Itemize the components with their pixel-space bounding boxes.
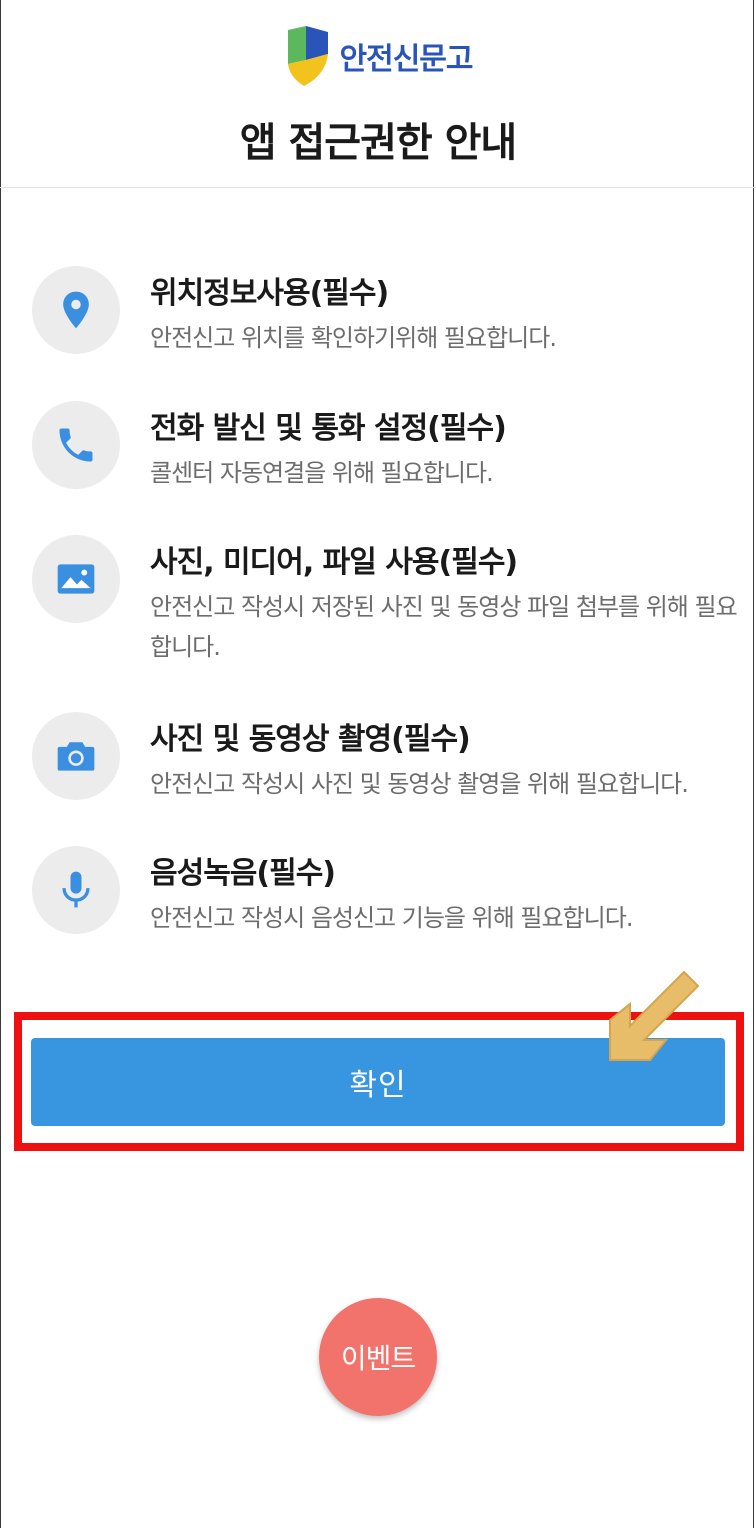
event-button[interactable]: 이벤트 [319, 1298, 437, 1416]
image-icon [57, 564, 95, 594]
permission-title: 사진, 미디어, 파일 사용(필수) [150, 545, 518, 580]
permission-title: 사진 및 동영상 촬영(필수) [150, 722, 471, 757]
logo-text: 안전신문고 [339, 42, 474, 77]
microphone-icon [62, 871, 90, 908]
icon-circle [32, 846, 120, 934]
header: 안전신문고 앱 접근권한 안내 [0, 0, 756, 188]
permission-title: 음성녹음(필수) [150, 856, 336, 891]
icon-circle [32, 401, 120, 489]
pointer-arrow-icon [609, 970, 700, 1061]
camera-icon [57, 742, 95, 771]
app-logo: 안전신문고 [0, 24, 756, 88]
permission-title: 전화 발신 및 통화 설정(필수) [150, 411, 507, 446]
permission-title: 위치정보사용(필수) [150, 276, 389, 311]
permission-description: 안전신고 위치를 확인하기위해 필요합니다. [150, 324, 557, 352]
page-title: 앱 접근권한 안내 [239, 120, 517, 166]
icon-circle [32, 712, 120, 800]
permission-description: 안전신고 작성시 음성신고 기능을 위해 필요합니다. [150, 904, 633, 932]
phone-icon [59, 428, 93, 462]
permission-description: 콜센터 자동연결을 위해 필요합니다. [150, 459, 494, 487]
permission-description: 안전신고 작성시 저장된 사진 및 동영상 파일 첨부를 위해 필요합니다. [150, 593, 738, 661]
icon-circle [32, 535, 120, 623]
location-pin-icon [63, 291, 89, 329]
permission-description: 안전신고 작성시 사진 및 동영상 촬영을 위해 필요합니다. [150, 770, 689, 798]
icon-circle [32, 266, 120, 354]
shield-logo-icon [287, 26, 328, 86]
